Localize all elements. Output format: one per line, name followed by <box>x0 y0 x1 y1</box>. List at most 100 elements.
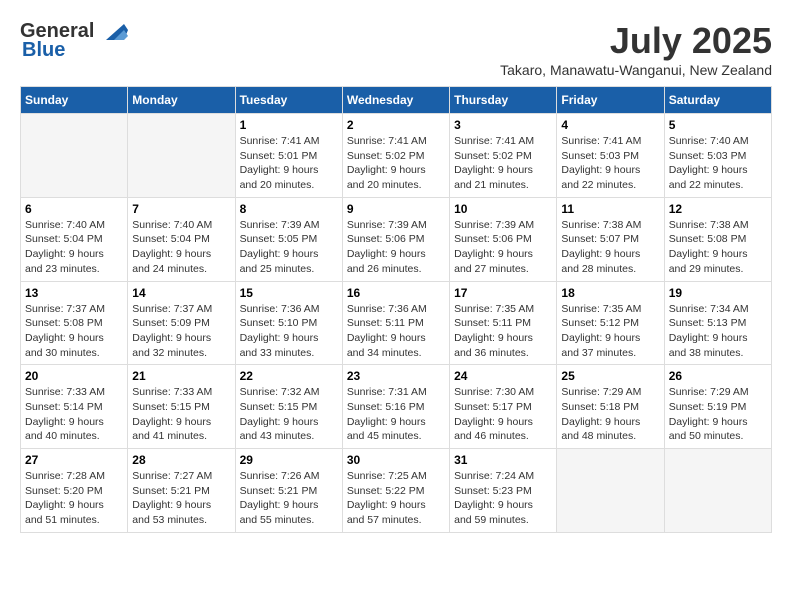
day-number: 31 <box>454 453 552 467</box>
header-thursday: Thursday <box>450 87 557 114</box>
day-info: Sunrise: 7:35 AM Sunset: 5:12 PM Dayligh… <box>561 302 659 361</box>
day-number: 16 <box>347 286 445 300</box>
day-info: Sunrise: 7:36 AM Sunset: 5:10 PM Dayligh… <box>240 302 338 361</box>
week-row-5: 27Sunrise: 7:28 AM Sunset: 5:20 PM Dayli… <box>21 449 772 533</box>
day-number: 12 <box>669 202 767 216</box>
calendar-cell: 22 Sunrise: 7:32 AM Sunset: 5:15 PM Dayli… <box>235 365 342 449</box>
location: Takaro, Manawatu-Wanganui, New Zealand <box>500 62 772 78</box>
day-info: Sunrise: 7:37 AM Sunset: 5:09 PM Dayligh… <box>132 302 230 361</box>
calendar-cell: 5Sunrise: 7:40 AM Sunset: 5:03 PM Daylig… <box>664 114 771 198</box>
calendar-cell: 26Sunrise: 7:29 AM Sunset: 5:19 PM Dayli… <box>664 365 771 449</box>
day-info: Sunrise: 7:35 AM Sunset: 5:11 PM Dayligh… <box>454 302 552 361</box>
day-number: 29 <box>240 453 338 467</box>
calendar-cell: 1 Sunrise: 7:41 AM Sunset: 5:01 PM Daylig… <box>235 114 342 198</box>
calendar-cell: 9Sunrise: 7:39 AM Sunset: 5:06 PM Daylig… <box>342 197 449 281</box>
day-number: 13 <box>25 286 123 300</box>
day-info: Sunrise: 7:40 AM Sunset: 5:04 PM Dayligh… <box>25 218 123 277</box>
calendar-cell <box>21 114 128 198</box>
day-info: Sunrise: 7:41 AM Sunset: 5:02 PM Dayligh… <box>454 134 552 193</box>
month-year: July 2025 <box>500 20 772 62</box>
logo-icon <box>96 22 128 42</box>
header-tuesday: Tuesday <box>235 87 342 114</box>
day-info: Sunrise: 7:39 AM Sunset: 5:06 PM Dayligh… <box>454 218 552 277</box>
day-number: 18 <box>561 286 659 300</box>
day-info: Sunrise: 7:25 AM Sunset: 5:22 PM Dayligh… <box>347 469 445 528</box>
logo: General Blue <box>20 20 128 62</box>
day-number: 21 <box>132 369 230 383</box>
header-wednesday: Wednesday <box>342 87 449 114</box>
day-number: 7 <box>132 202 230 216</box>
day-info: Sunrise: 7:41 AM Sunset: 5:02 PM Dayligh… <box>347 134 445 193</box>
day-number: 15 <box>240 286 338 300</box>
calendar-cell: 20 Sunrise: 7:33 AM Sunset: 5:14 PM Dayli… <box>21 365 128 449</box>
calendar-cell: 27Sunrise: 7:28 AM Sunset: 5:20 PM Dayli… <box>21 449 128 533</box>
calendar-cell: 12 Sunrise: 7:38 AM Sunset: 5:08 PM Dayli… <box>664 197 771 281</box>
calendar-cell: 19 Sunrise: 7:34 AM Sunset: 5:13 PM Dayli… <box>664 281 771 365</box>
day-number: 26 <box>669 369 767 383</box>
calendar-cell: 10Sunrise: 7:39 AM Sunset: 5:06 PM Dayli… <box>450 197 557 281</box>
day-info: Sunrise: 7:28 AM Sunset: 5:20 PM Dayligh… <box>25 469 123 528</box>
day-number: 28 <box>132 453 230 467</box>
day-info: Sunrise: 7:41 AM Sunset: 5:03 PM Dayligh… <box>561 134 659 193</box>
day-number: 23 <box>347 369 445 383</box>
day-info: Sunrise: 7:24 AM Sunset: 5:23 PM Dayligh… <box>454 469 552 528</box>
day-info: Sunrise: 7:33 AM Sunset: 5:14 PM Dayligh… <box>25 385 123 444</box>
day-number: 20 <box>25 369 123 383</box>
week-row-4: 20 Sunrise: 7:33 AM Sunset: 5:14 PM Dayli… <box>21 365 772 449</box>
page-header: General Blue July 2025 Takaro, Manawatu-… <box>20 20 772 78</box>
day-info: Sunrise: 7:29 AM Sunset: 5:18 PM Dayligh… <box>561 385 659 444</box>
week-row-1: 1 Sunrise: 7:41 AM Sunset: 5:01 PM Daylig… <box>21 114 772 198</box>
day-info: Sunrise: 7:40 AM Sunset: 5:03 PM Dayligh… <box>669 134 767 193</box>
day-number: 30 <box>347 453 445 467</box>
calendar-cell: 23 Sunrise: 7:31 AM Sunset: 5:16 PM Dayli… <box>342 365 449 449</box>
calendar-cell: 4 Sunrise: 7:41 AM Sunset: 5:03 PM Daylig… <box>557 114 664 198</box>
day-number: 4 <box>561 118 659 132</box>
day-info: Sunrise: 7:38 AM Sunset: 5:07 PM Dayligh… <box>561 218 659 277</box>
day-number: 19 <box>669 286 767 300</box>
calendar-cell: 8 Sunrise: 7:39 AM Sunset: 5:05 PM Daylig… <box>235 197 342 281</box>
calendar-cell: 14 Sunrise: 7:37 AM Sunset: 5:09 PM Dayli… <box>128 281 235 365</box>
calendar-cell <box>557 449 664 533</box>
calendar-cell <box>664 449 771 533</box>
calendar-cell: 25 Sunrise: 7:29 AM Sunset: 5:18 PM Dayli… <box>557 365 664 449</box>
day-info: Sunrise: 7:34 AM Sunset: 5:13 PM Dayligh… <box>669 302 767 361</box>
calendar-cell: 21 Sunrise: 7:33 AM Sunset: 5:15 PM Dayli… <box>128 365 235 449</box>
day-number: 8 <box>240 202 338 216</box>
calendar-cell: 6 Sunrise: 7:40 AM Sunset: 5:04 PM Daylig… <box>21 197 128 281</box>
calendar-cell: 7Sunrise: 7:40 AM Sunset: 5:04 PM Daylig… <box>128 197 235 281</box>
day-info: Sunrise: 7:41 AM Sunset: 5:01 PM Dayligh… <box>240 134 338 193</box>
calendar: Sunday Monday Tuesday Wednesday Thursday… <box>20 86 772 533</box>
header-friday: Friday <box>557 87 664 114</box>
title-block: July 2025 Takaro, Manawatu-Wanganui, New… <box>500 20 772 78</box>
header-monday: Monday <box>128 87 235 114</box>
week-row-3: 13 Sunrise: 7:37 AM Sunset: 5:08 PM Dayli… <box>21 281 772 365</box>
calendar-cell: 30 Sunrise: 7:25 AM Sunset: 5:22 PM Dayli… <box>342 449 449 533</box>
header-sunday: Sunday <box>21 87 128 114</box>
day-info: Sunrise: 7:30 AM Sunset: 5:17 PM Dayligh… <box>454 385 552 444</box>
day-info: Sunrise: 7:33 AM Sunset: 5:15 PM Dayligh… <box>132 385 230 444</box>
day-number: 22 <box>240 369 338 383</box>
day-number: 25 <box>561 369 659 383</box>
day-info: Sunrise: 7:39 AM Sunset: 5:05 PM Dayligh… <box>240 218 338 277</box>
day-number: 3 <box>454 118 552 132</box>
calendar-cell <box>128 114 235 198</box>
calendar-cell: 15 Sunrise: 7:36 AM Sunset: 5:10 PM Dayli… <box>235 281 342 365</box>
calendar-cell: 24Sunrise: 7:30 AM Sunset: 5:17 PM Dayli… <box>450 365 557 449</box>
calendar-cell: 17 Sunrise: 7:35 AM Sunset: 5:11 PM Dayli… <box>450 281 557 365</box>
day-info: Sunrise: 7:39 AM Sunset: 5:06 PM Dayligh… <box>347 218 445 277</box>
day-info: Sunrise: 7:38 AM Sunset: 5:08 PM Dayligh… <box>669 218 767 277</box>
calendar-cell: 31 Sunrise: 7:24 AM Sunset: 5:23 PM Dayli… <box>450 449 557 533</box>
calendar-cell: 16Sunrise: 7:36 AM Sunset: 5:11 PM Dayli… <box>342 281 449 365</box>
calendar-header-row: Sunday Monday Tuesday Wednesday Thursday… <box>21 87 772 114</box>
day-number: 6 <box>25 202 123 216</box>
calendar-cell: 11 Sunrise: 7:38 AM Sunset: 5:07 PM Dayli… <box>557 197 664 281</box>
day-number: 1 <box>240 118 338 132</box>
day-number: 11 <box>561 202 659 216</box>
day-number: 14 <box>132 286 230 300</box>
day-info: Sunrise: 7:37 AM Sunset: 5:08 PM Dayligh… <box>25 302 123 361</box>
day-info: Sunrise: 7:27 AM Sunset: 5:21 PM Dayligh… <box>132 469 230 528</box>
calendar-cell: 3 Sunrise: 7:41 AM Sunset: 5:02 PM Daylig… <box>450 114 557 198</box>
day-info: Sunrise: 7:31 AM Sunset: 5:16 PM Dayligh… <box>347 385 445 444</box>
day-number: 17 <box>454 286 552 300</box>
day-info: Sunrise: 7:32 AM Sunset: 5:15 PM Dayligh… <box>240 385 338 444</box>
